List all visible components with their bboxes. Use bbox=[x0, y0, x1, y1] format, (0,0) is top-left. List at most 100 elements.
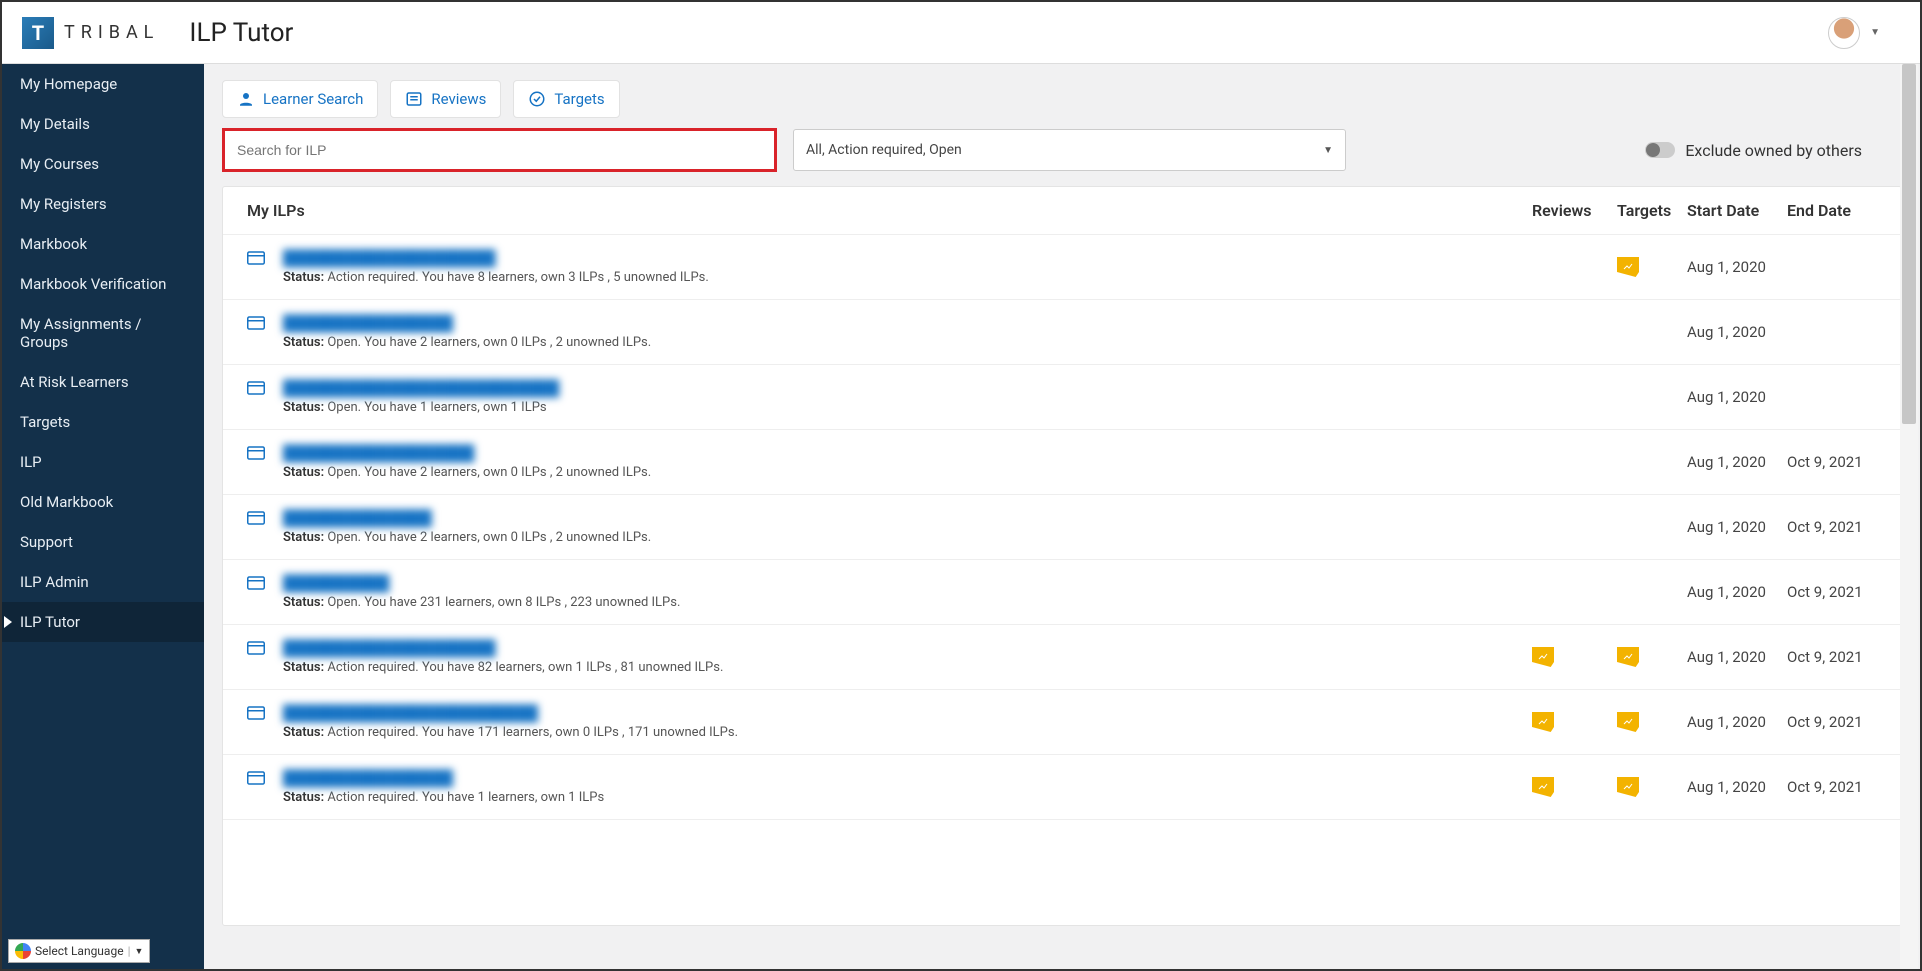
sidebar-item-my-details[interactable]: My Details bbox=[2, 104, 204, 144]
reviews-button[interactable]: Reviews bbox=[390, 80, 501, 118]
reviews-label: Reviews bbox=[431, 90, 486, 108]
cell-start: Aug 1, 2020 bbox=[1687, 453, 1787, 471]
status-filter-dropdown[interactable]: All, Action required, Open ▼ bbox=[793, 129, 1346, 171]
ilp-link[interactable]: ██████████████ bbox=[283, 509, 432, 527]
user-menu[interactable]: ▼ bbox=[1828, 17, 1900, 49]
table-row[interactable]: ████████████████████ Status: Action requi… bbox=[223, 235, 1901, 300]
target-icon bbox=[528, 90, 546, 108]
card-icon bbox=[247, 446, 267, 464]
table-header: My ILPs Reviews Targets Start Date End D… bbox=[223, 187, 1901, 235]
sidebar-item-ilp-admin[interactable]: ILP Admin bbox=[2, 562, 204, 602]
table-row[interactable]: ██████████████████████████Status: Open. … bbox=[223, 365, 1901, 430]
targets-button[interactable]: Targets bbox=[513, 80, 619, 118]
cell-end: Oct 9, 2021 bbox=[1787, 778, 1877, 796]
flag-icon bbox=[1532, 777, 1554, 797]
cell-start: Aug 1, 2020 bbox=[1687, 778, 1787, 796]
main-content: Learner Search Reviews Targets All, Acti… bbox=[204, 64, 1920, 969]
divider: | bbox=[128, 944, 131, 958]
learner-search-button[interactable]: Learner Search bbox=[222, 80, 378, 118]
sidebar-item-ilp[interactable]: ILP bbox=[2, 442, 204, 482]
exclude-toggle[interactable] bbox=[1645, 142, 1675, 158]
flag-icon bbox=[1617, 257, 1639, 277]
cell-end: Oct 9, 2021 bbox=[1787, 648, 1877, 666]
cell-start: Aug 1, 2020 bbox=[1687, 388, 1787, 406]
ilp-link[interactable]: ██████████████████ bbox=[283, 444, 474, 462]
ilp-link[interactable]: ████████████████████ bbox=[283, 249, 496, 267]
cell-start: Aug 1, 2020 bbox=[1687, 648, 1787, 666]
cell-start: Aug 1, 2020 bbox=[1687, 583, 1787, 601]
targets-label: Targets bbox=[554, 90, 604, 108]
topbar: T TRIBAL ILP Tutor ▼ bbox=[2, 2, 1920, 64]
logo-icon: T bbox=[22, 17, 54, 49]
table-row[interactable]: ████████████████████████ Status: Action r… bbox=[223, 690, 1901, 755]
sidebar-item-my-assignments-groups[interactable]: My Assignments / Groups bbox=[2, 304, 204, 362]
flag-icon bbox=[1532, 712, 1554, 732]
sidebar-item-at-risk-learners[interactable]: At Risk Learners bbox=[2, 362, 204, 402]
cell-targets bbox=[1617, 257, 1687, 277]
cell-start: Aug 1, 2020 bbox=[1687, 323, 1787, 341]
ilp-link[interactable]: ██████████████████████████ bbox=[283, 379, 559, 397]
ilp-link[interactable]: ██████████ bbox=[283, 574, 389, 592]
ilp-link[interactable]: ████████████████████ bbox=[283, 639, 496, 657]
sidebar-item-support[interactable]: Support bbox=[2, 522, 204, 562]
card-icon bbox=[247, 316, 267, 334]
col-start: Start Date bbox=[1687, 201, 1787, 220]
learner-search-label: Learner Search bbox=[263, 90, 363, 108]
exclude-label: Exclude owned by others bbox=[1685, 141, 1862, 160]
table-row[interactable]: ██████████████████ Status: Open. You have… bbox=[223, 430, 1901, 495]
brand-text: TRIBAL bbox=[64, 22, 159, 43]
flag-icon bbox=[1617, 712, 1639, 732]
cell-targets bbox=[1617, 647, 1687, 667]
cell-end: Oct 9, 2021 bbox=[1787, 518, 1877, 536]
sidebar-item-my-courses[interactable]: My Courses bbox=[2, 144, 204, 184]
col-end: End Date bbox=[1787, 201, 1877, 220]
scrollbar[interactable] bbox=[1900, 64, 1918, 969]
list-icon bbox=[405, 90, 423, 108]
ilp-status: Status: Action required. You have 171 le… bbox=[283, 725, 738, 740]
sidebar-item-my-registers[interactable]: My Registers bbox=[2, 184, 204, 224]
sidebar-item-my-homepage[interactable]: My Homepage bbox=[2, 64, 204, 104]
ilp-link[interactable]: ████████████████ bbox=[283, 769, 453, 787]
cell-start: Aug 1, 2020 bbox=[1687, 713, 1787, 731]
ilp-table: My ILPs Reviews Targets Start Date End D… bbox=[222, 186, 1902, 926]
sidebar-item-ilp-tutor[interactable]: ILP Tutor bbox=[2, 602, 204, 642]
ilp-status: Status: Action required. You have 8 lear… bbox=[283, 270, 709, 285]
table-row[interactable]: ██████████ Status: Open. You have 231 lea… bbox=[223, 560, 1901, 625]
cell-start: Aug 1, 2020 bbox=[1687, 518, 1787, 536]
chevron-down-icon: ▼ bbox=[1870, 27, 1880, 38]
status-filter-value: All, Action required, Open bbox=[806, 142, 962, 158]
card-icon bbox=[247, 771, 267, 789]
page-title: ILP Tutor bbox=[189, 18, 293, 48]
chevron-down-icon: ▼ bbox=[1323, 145, 1333, 156]
sidebar-item-targets[interactable]: Targets bbox=[2, 402, 204, 442]
table-row[interactable]: ████████████████ Status: Action required.… bbox=[223, 755, 1901, 820]
ilp-status: Status: Action required. You have 1 lear… bbox=[283, 790, 604, 805]
filter-row: All, Action required, Open ▼ Exclude own… bbox=[204, 128, 1920, 186]
ilp-status: Status: Open. You have 2 learners, own 0… bbox=[283, 465, 651, 480]
language-label: Select Language bbox=[35, 944, 124, 958]
col-reviews: Reviews bbox=[1532, 201, 1617, 220]
search-input[interactable] bbox=[222, 128, 777, 172]
sidebar-item-markbook-verification[interactable]: Markbook Verification bbox=[2, 264, 204, 304]
cell-targets bbox=[1617, 712, 1687, 732]
cell-reviews bbox=[1532, 777, 1617, 797]
table-row[interactable]: ████████████████████Status: Action requi… bbox=[223, 625, 1901, 690]
chevron-down-icon: ▼ bbox=[135, 946, 144, 957]
scrollbar-thumb[interactable] bbox=[1902, 64, 1916, 424]
flag-icon bbox=[1617, 647, 1639, 667]
table-row[interactable]: ██████████████ Status: Open. You have 2 l… bbox=[223, 495, 1901, 560]
col-targets: Targets bbox=[1617, 201, 1687, 220]
cell-end: Oct 9, 2021 bbox=[1787, 453, 1877, 471]
sidebar-item-old-markbook[interactable]: Old Markbook bbox=[2, 482, 204, 522]
cell-start: Aug 1, 2020 bbox=[1687, 258, 1787, 276]
ilp-status: Status: Open. You have 2 learners, own 0… bbox=[283, 530, 651, 545]
sidebar: My HomepageMy DetailsMy CoursesMy Regist… bbox=[2, 64, 204, 969]
ilp-link[interactable]: ████████████████████████ bbox=[283, 704, 538, 722]
sidebar-item-markbook[interactable]: Markbook bbox=[2, 224, 204, 264]
google-translate-icon bbox=[15, 943, 31, 959]
table-row[interactable]: ████████████████ Status: Open. You have 2… bbox=[223, 300, 1901, 365]
ilp-link[interactable]: ████████████████ bbox=[283, 314, 453, 332]
ilp-status: Status: Open. You have 2 learners, own 0… bbox=[283, 335, 651, 350]
language-selector[interactable]: Select Language | ▼ bbox=[8, 939, 150, 963]
ilp-status: Status: Open. You have 231 learners, own… bbox=[283, 595, 680, 610]
